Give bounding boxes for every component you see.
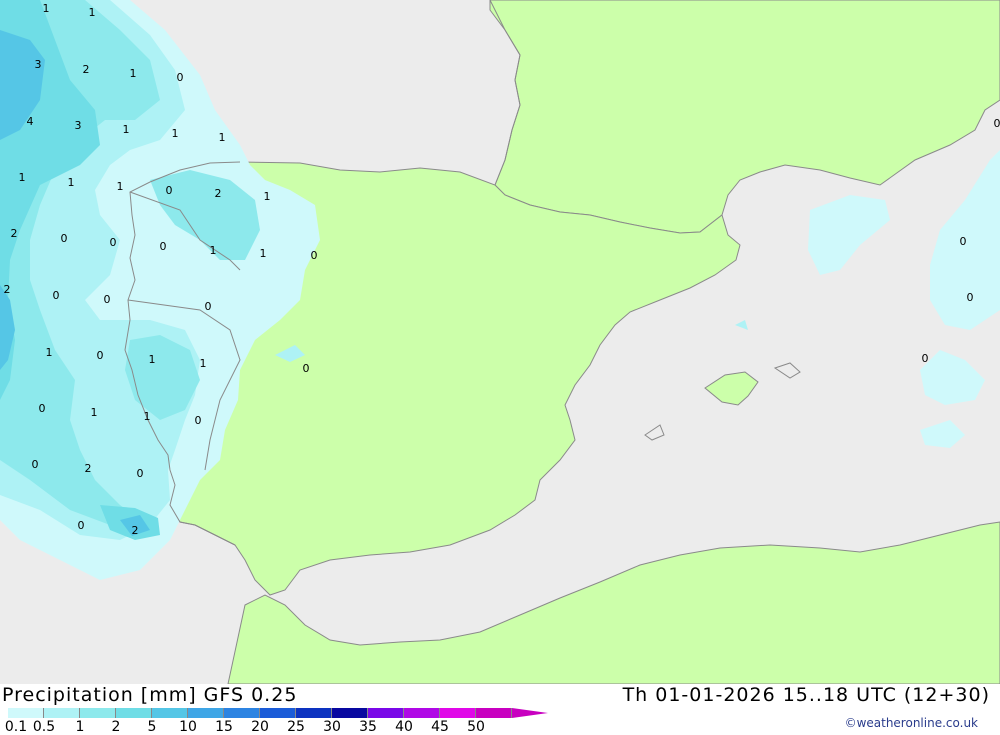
scale-swatch [224, 708, 260, 718]
precipitation-value-label: 1 [260, 247, 267, 260]
footer: Precipitation [mm] GFS 0.25 Th 01-01-202… [0, 684, 1000, 733]
precipitation-value-label: 1 [46, 346, 53, 359]
scale-swatch [188, 708, 224, 718]
map-title: Precipitation [mm] GFS 0.25 [2, 684, 297, 706]
precipitation-value-label: 1 [210, 244, 217, 257]
scale-swatch [296, 708, 332, 718]
precipitation-value-label: 0 [967, 291, 974, 304]
scale-swatch [44, 708, 80, 718]
precipitation-value-label: 0 [110, 236, 117, 249]
scale-swatch [80, 708, 116, 718]
scale-arrow [512, 708, 548, 718]
precipitation-value-label: 0 [994, 117, 1000, 130]
precipitation-value-label: 2 [85, 462, 92, 475]
precipitation-value-label: 2 [132, 524, 139, 537]
forecast-time: Th 01-01-2026 15..18 UTC (12+30) [623, 684, 990, 706]
precipitation-value-label: 0 [137, 467, 144, 480]
precipitation-value-label: 2 [83, 63, 90, 76]
precipitation-value-label: 1 [19, 171, 26, 184]
scale-swatch [404, 708, 440, 718]
precipitation-value-label: 1 [149, 353, 156, 366]
scale-swatch [476, 708, 512, 718]
precipitation-value-label: 0 [311, 249, 318, 262]
precipitation-value-label: 1 [219, 131, 226, 144]
scale-swatch [116, 708, 152, 718]
precipitation-value-label: 1 [91, 406, 98, 419]
precipitation-value-label: 0 [32, 458, 39, 471]
credit-link[interactable]: ©weatheronline.co.uk [845, 716, 978, 730]
precipitation-value-label: 0 [303, 362, 310, 375]
precipitation-value-label: 3 [75, 119, 82, 132]
precipitation-value-label: 1 [89, 6, 96, 19]
precipitation-value-label: 1 [264, 190, 271, 203]
precipitation-map: 1 1 3 2 1 0 4 3 1 1 1 1 1 1 0 2 1 2 0 0 0 1 1 0 2 0 0 0 1 0 1 1 0 0 1 1 0 0 2 0… [0, 0, 1000, 684]
precipitation-value-label: 1 [200, 357, 207, 370]
scale-swatch [332, 708, 368, 718]
precipitation-value-label: 2 [4, 283, 11, 296]
precipitation-value-label: 0 [195, 414, 202, 427]
precipitation-value-label: 0 [61, 232, 68, 245]
scale-swatch [260, 708, 296, 718]
precipitation-value-label: 0 [177, 71, 184, 84]
precipitation-value-label: 0 [922, 352, 929, 365]
scale-swatch [440, 708, 476, 718]
precipitation-value-label: 0 [160, 240, 167, 253]
scale-swatch [368, 708, 404, 718]
precipitation-value-label: 0 [78, 519, 85, 532]
precipitation-value-label: 1 [172, 127, 179, 140]
precipitation-value-label: 0 [166, 184, 173, 197]
color-scale [8, 708, 548, 718]
precipitation-value-label: 0 [97, 349, 104, 362]
precipitation-value-label: 4 [27, 115, 34, 128]
precipitation-value-label: 1 [130, 67, 137, 80]
precipitation-value-label: 1 [117, 180, 124, 193]
precipitation-value-label: 3 [35, 58, 42, 71]
precipitation-value-label: 2 [11, 227, 18, 240]
precipitation-value-label: 0 [53, 289, 60, 302]
precipitation-value-label: 0 [39, 402, 46, 415]
precipitation-value-label: 0 [960, 235, 967, 248]
scale-swatch [8, 708, 44, 718]
precipitation-value-label: 0 [205, 300, 212, 313]
precipitation-value-label: 1 [68, 176, 75, 189]
precipitation-value-label: 0 [104, 293, 111, 306]
precipitation-value-label: 1 [43, 2, 50, 15]
precipitation-value-label: 1 [144, 410, 151, 423]
scale-swatch [152, 708, 188, 718]
precipitation-value-label: 2 [215, 187, 222, 200]
precipitation-value-label: 1 [123, 123, 130, 136]
